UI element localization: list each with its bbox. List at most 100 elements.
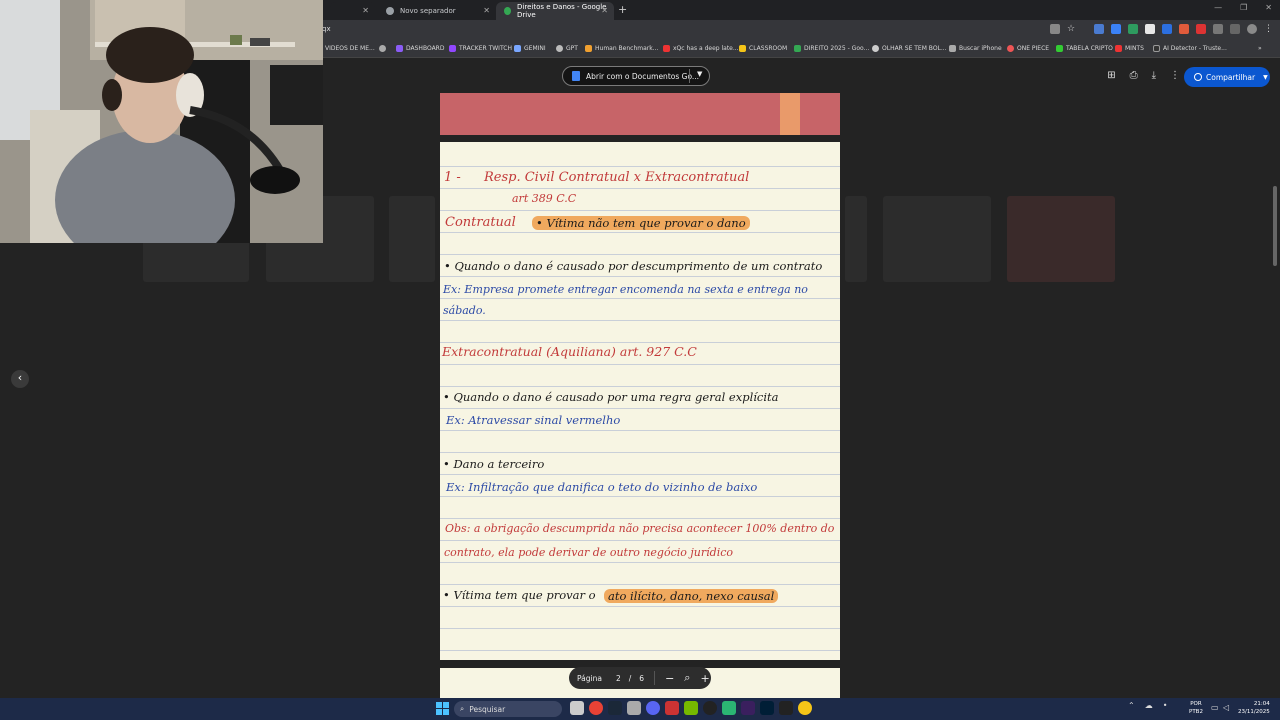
app-icon[interactable]: [627, 701, 641, 715]
page-total: 6: [639, 673, 645, 683]
bookmarks-overflow-icon[interactable]: »: [1258, 45, 1262, 52]
system-tray: ⌃ ☁ •: [1128, 701, 1167, 710]
print-icon[interactable]: ⎙: [1130, 70, 1138, 81]
notes-heading: Resp. Civil Contratual x Extracontratual: [484, 170, 750, 185]
pdf-page-previous: [440, 93, 840, 135]
heading-article: art 389 C.C: [512, 192, 577, 205]
heading-number: 1 -: [444, 170, 461, 185]
tab-active-drive[interactable]: Direitos e Danos - Google Drive ✕: [496, 2, 614, 20]
search-icon: ⌕: [460, 704, 465, 713]
app-icon[interactable]: [703, 701, 717, 715]
clock[interactable]: 21:04 23/11/2025: [1238, 700, 1270, 716]
nvidia-icon[interactable]: [684, 701, 698, 715]
bookmark-item[interactable]: AI Detector - Truste...: [1153, 45, 1227, 52]
steam-icon[interactable]: [608, 701, 622, 715]
open-with-docs-button[interactable]: Abrir com o Documentos Go... ▼: [562, 66, 710, 86]
zoom-icon[interactable]: ⌕: [684, 671, 690, 685]
add-comment-icon[interactable]: ⊞: [1107, 70, 1115, 81]
bookmark-item[interactable]: ONE PIECE: [1007, 45, 1049, 52]
docs-icon: [572, 71, 580, 81]
scrollbar[interactable]: [1273, 186, 1277, 266]
extension-icon[interactable]: [1196, 24, 1206, 34]
bookmark-item[interactable]: xQc has a deep late...: [663, 45, 739, 52]
file-thumbnail: [389, 196, 435, 282]
dano-terceiro-example: Ex: Infiltração que danifica o teto do v…: [446, 480, 758, 494]
bookmark-item[interactable]: [379, 45, 389, 52]
bookmark-item[interactable]: GEMINI: [514, 45, 546, 52]
discord-icon[interactable]: [646, 701, 660, 715]
bookmark-item[interactable]: VIDEOS DE ME...: [325, 45, 375, 52]
page-navigation: Página 2 / 6 − ⌕ +: [569, 667, 711, 689]
bookmark-item[interactable]: MINTS: [1115, 45, 1144, 52]
network-icon[interactable]: ▭: [1211, 703, 1219, 712]
windows-start-icon[interactable]: [436, 702, 449, 715]
new-tab-button[interactable]: +: [618, 3, 627, 16]
close-tab-icon[interactable]: ✕: [362, 6, 369, 15]
windows-taskbar: ⌕ Pesquisar ⌃ ☁ • POR PTB2 ▭ ◁ 21:04 23/…: [0, 698, 1280, 720]
close-tab-icon[interactable]: ✕: [601, 6, 608, 15]
share-button[interactable]: Compartilhar ▼: [1184, 67, 1270, 87]
tab-new[interactable]: Novo separador ✕: [378, 2, 496, 20]
app-icon[interactable]: [798, 701, 812, 715]
bookmark-item[interactable]: TRACKER TWITCH: [449, 45, 512, 52]
close-window-icon[interactable]: ✕: [1265, 3, 1272, 12]
cast-icon[interactable]: [1050, 24, 1060, 34]
maximize-icon[interactable]: ❐: [1240, 3, 1247, 12]
volume-icon[interactable]: ◁: [1223, 703, 1229, 712]
star-icon[interactable]: ☆: [1067, 24, 1077, 34]
file-thumbnail: [1007, 196, 1115, 282]
bookmark-item[interactable]: Human Benchmark...: [585, 45, 658, 52]
photoshop-icon[interactable]: [760, 701, 774, 715]
extension-icon[interactable]: [1162, 24, 1172, 34]
shield-icon[interactable]: [1128, 24, 1138, 34]
taskbar-search[interactable]: ⌕ Pesquisar: [454, 701, 562, 717]
page-current-input[interactable]: 2: [616, 674, 621, 683]
globe-icon: [386, 7, 394, 15]
obs-note-cont: contrato, ela pode derivar de outro negó…: [444, 546, 734, 559]
url-field[interactable]: qx: [322, 25, 331, 33]
extracontratual-example: Ex: Atravessar sinal vermelho: [446, 413, 621, 427]
chrome-icon[interactable]: [589, 701, 603, 715]
bookmark-item[interactable]: CLASSROOM: [739, 45, 787, 52]
contratual-example-cont: sábado.: [443, 304, 486, 317]
bookmark-item[interactable]: DASHBOARD: [396, 45, 444, 52]
bookmark-item[interactable]: DIREITO 2025 - Goo...: [794, 45, 869, 52]
extension-icon[interactable]: [1094, 24, 1104, 34]
mic-icon[interactable]: •: [1163, 701, 1168, 710]
file-explorer-icon[interactable]: [570, 701, 584, 715]
bookmark-item[interactable]: TABELA CRIPTO: [1056, 45, 1113, 52]
bookmark-item[interactable]: OLHAR SE TEM BOL...: [872, 45, 947, 52]
bookmark-item[interactable]: GPT: [556, 45, 578, 52]
page-label: Página: [577, 673, 602, 683]
premiere-icon[interactable]: [741, 701, 755, 715]
extension-icon[interactable]: [1179, 24, 1189, 34]
sidebar-icon[interactable]: [1230, 24, 1240, 34]
bookmark-item[interactable]: Buscar iPhone: [949, 45, 1002, 52]
profile-avatar-icon[interactable]: [1247, 24, 1257, 34]
zoom-in-icon[interactable]: +: [700, 672, 709, 685]
extension-icon[interactable]: [1145, 24, 1155, 34]
more-options-icon[interactable]: ⋮: [1170, 70, 1180, 81]
chevron-down-icon[interactable]: ▼: [697, 70, 702, 78]
minimize-icon[interactable]: —: [1214, 3, 1222, 12]
app-icon[interactable]: [779, 701, 793, 715]
puzzle-icon[interactable]: [1213, 24, 1223, 34]
extension-icon[interactable]: [1111, 24, 1121, 34]
menu-dots-icon[interactable]: ⋮: [1264, 24, 1274, 34]
chevron-up-icon[interactable]: ⌃: [1128, 701, 1135, 710]
drive-icon: [504, 7, 512, 15]
download-icon[interactable]: ⤓: [1152, 70, 1156, 81]
previous-file-button[interactable]: ‹: [11, 370, 29, 388]
window-controls: — ❐ ✕: [1214, 3, 1272, 12]
zoom-out-icon[interactable]: −: [665, 672, 674, 685]
tab-label: Direitos e Danos - Google Drive: [517, 3, 607, 19]
contratual-note: • Vítima não tem que provar o dano: [532, 216, 750, 230]
app-icon[interactable]: [665, 701, 679, 715]
contratual-example: Ex: Empresa promete entregar encomenda n…: [443, 283, 808, 296]
close-tab-icon[interactable]: ✕: [483, 6, 490, 15]
tab-partial[interactable]: ✕: [330, 2, 375, 20]
app-icon[interactable]: [722, 701, 736, 715]
victim-highlight: ato ilícito, dano, nexo causal: [604, 589, 779, 603]
input-language[interactable]: POR PTB2: [1189, 700, 1203, 716]
cloud-icon[interactable]: ☁: [1145, 701, 1153, 710]
